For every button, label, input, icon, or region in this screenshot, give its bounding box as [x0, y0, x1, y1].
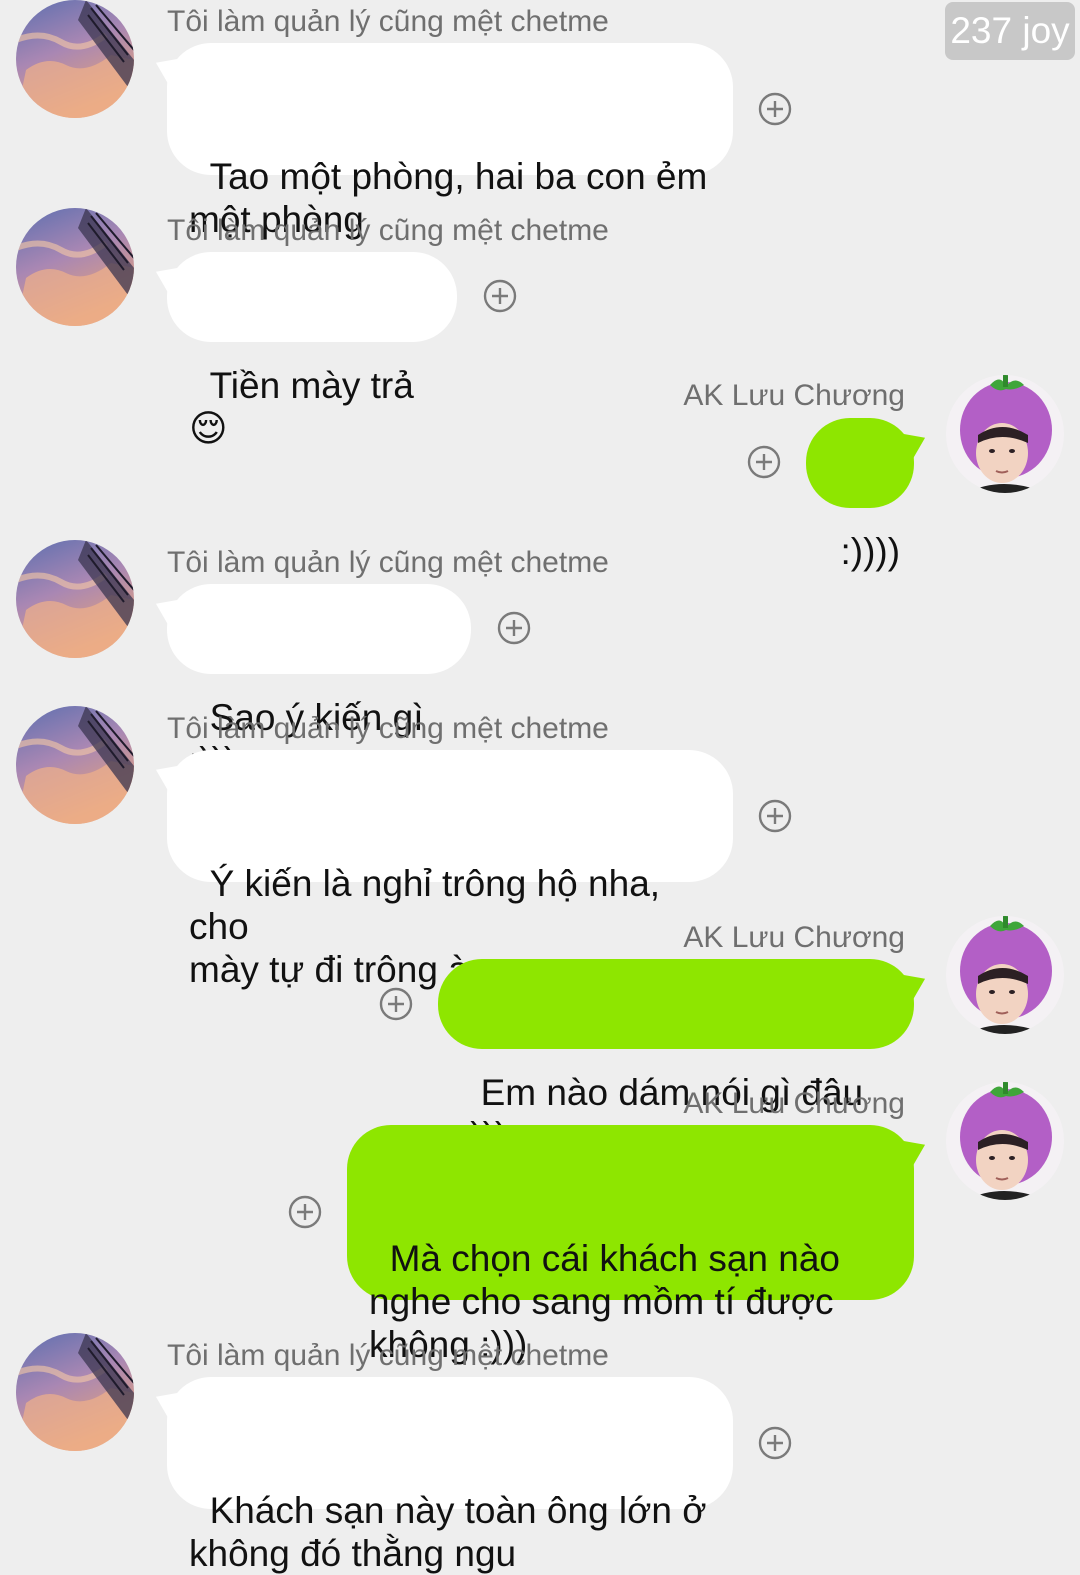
bubble-tail: [150, 50, 180, 84]
sunset-sky-avatar-image: [16, 706, 134, 824]
message-bubble-outgoing[interactable]: Em nào dám nói gì đâu :))): [438, 959, 931, 1156]
avatar-outgoing[interactable]: [946, 916, 1064, 1034]
add-reaction-button[interactable]: [747, 445, 781, 479]
eggplant-hat-avatar-image: [946, 1082, 1064, 1200]
avatar-incoming[interactable]: [16, 540, 134, 658]
avatar-incoming[interactable]: [16, 1333, 134, 1451]
avatar-outgoing[interactable]: [946, 1082, 1064, 1200]
plus-circle-icon: [483, 279, 517, 313]
message-bubble-incoming[interactable]: Tao một phòng, hai ba con ẻm một phòng: [150, 43, 733, 240]
bubble-tail: [901, 966, 931, 1000]
avatar-outgoing[interactable]: [946, 375, 1064, 493]
add-reaction-button[interactable]: [379, 987, 413, 1021]
message-text: Tiền mày trả 😌: [189, 365, 425, 449]
message-bubble-incoming[interactable]: Sao ý kiến gì :))): [150, 584, 471, 781]
plus-circle-icon: [758, 1426, 792, 1460]
bubble-tail: [150, 757, 180, 791]
bubble-tail: [150, 259, 180, 293]
add-reaction-button[interactable]: [758, 92, 792, 126]
message-bubble-incoming[interactable]: Khách sạn này toàn ông lớn ở không đó th…: [150, 1377, 733, 1574]
sender-name: Tôi làm quản lý cũng mệt chetme: [167, 546, 609, 579]
avatar-incoming[interactable]: [16, 706, 134, 824]
sender-name: Tôi làm quản lý cũng mệt chetme: [167, 712, 609, 745]
sunset-sky-avatar-image: [16, 208, 134, 326]
plus-circle-icon: [497, 611, 531, 645]
plus-circle-icon: [747, 445, 781, 479]
add-reaction-button[interactable]: [758, 1426, 792, 1460]
bubble-tail: [901, 1132, 931, 1166]
eggplant-hat-avatar-image: [946, 916, 1064, 1034]
add-reaction-button[interactable]: [497, 611, 531, 645]
sunset-sky-avatar-image: [16, 1333, 134, 1451]
watermark-badge: 237 joy: [945, 2, 1075, 60]
eggplant-hat-avatar-image: [946, 375, 1064, 493]
sunset-sky-avatar-image: [16, 540, 134, 658]
avatar-incoming[interactable]: [16, 208, 134, 326]
message-text: :)))): [840, 531, 901, 572]
avatar-incoming[interactable]: [16, 0, 134, 118]
message-bubble-outgoing[interactable]: :)))): [806, 418, 931, 572]
plus-circle-icon: [288, 1195, 322, 1229]
add-reaction-button[interactable]: [288, 1195, 322, 1229]
add-reaction-button[interactable]: [758, 799, 792, 833]
message-bubble-incoming[interactable]: Ý kiến là nghỉ trông hộ nha, cho mày tự …: [150, 750, 733, 990]
sender-name: AK Lưu Chương: [683, 379, 905, 412]
sender-name: Tôi làm quản lý cũng mệt chetme: [167, 5, 609, 38]
plus-circle-icon: [379, 987, 413, 1021]
bubble-tail: [901, 425, 931, 459]
plus-circle-icon: [758, 92, 792, 126]
sender-name: Tôi làm quản lý cũng mệt chetme: [167, 214, 609, 247]
message-bubble-incoming[interactable]: Tiền mày trả 😌: [150, 252, 457, 449]
sender-name: AK Lưu Chương: [683, 921, 905, 954]
add-reaction-button[interactable]: [483, 279, 517, 313]
plus-circle-icon: [758, 799, 792, 833]
bubble-tail: [150, 1384, 180, 1418]
message-bubble-outgoing[interactable]: Mà chọn cái khách sạn nào nghe cho sang …: [347, 1125, 931, 1365]
sender-name: AK Lưu Chương: [683, 1087, 905, 1120]
sender-name: Tôi làm quản lý cũng mệt chetme: [167, 1339, 609, 1372]
sunset-sky-avatar-image: [16, 0, 134, 118]
bubble-tail: [150, 591, 180, 625]
message-text: Khách sạn này toàn ông lớn ở không đó th…: [189, 1490, 707, 1574]
